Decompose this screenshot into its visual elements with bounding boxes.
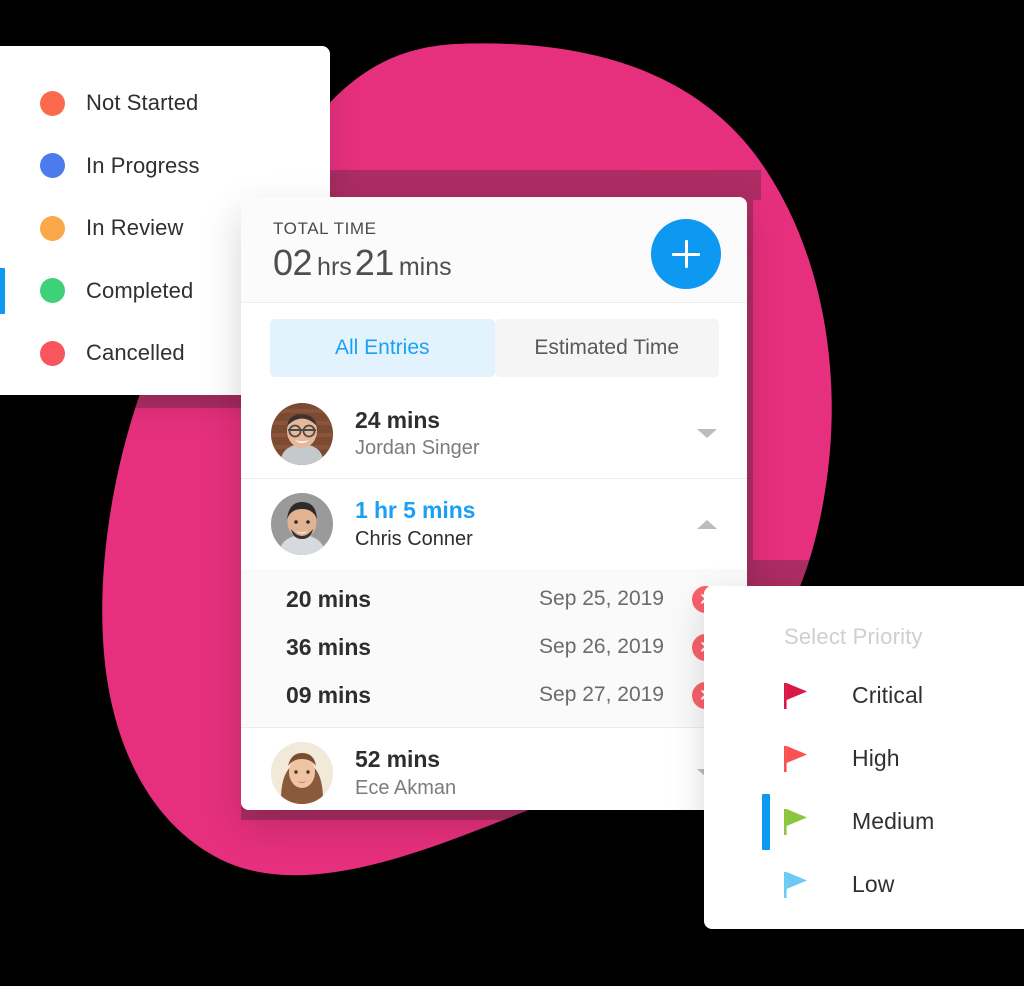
time-entries-list: 24 mins Jordan Singer 1 hr 5 mins Chris … — [241, 389, 747, 810]
priority-panel-title: Select Priority — [784, 624, 923, 649]
selection-bar — [762, 793, 770, 850]
time-entry-row-chris-conner[interactable]: 1 hr 5 mins Chris Conner — [241, 479, 747, 569]
tab-all-entries[interactable]: All Entries — [270, 319, 495, 377]
status-item-in-progress[interactable]: In Progress — [0, 135, 330, 198]
sub-entry-row[interactable]: 36 mins Sep 26, 2019 — [241, 623, 747, 671]
chevron-up-icon[interactable] — [697, 519, 717, 529]
status-dot — [40, 90, 65, 116]
sub-entry-row[interactable]: 09 mins Sep 27, 2019 — [241, 671, 747, 719]
total-hours: 02 — [273, 242, 313, 283]
sub-entry-date: Sep 27, 2019 — [539, 683, 664, 706]
sub-entry-date: Sep 26, 2019 — [539, 635, 664, 658]
sub-entry-duration: 09 mins — [286, 681, 371, 708]
entry-text: 52 mins Ece Akman — [355, 745, 697, 801]
sub-entry-duration: 20 mins — [286, 585, 371, 612]
flag-icon — [784, 808, 807, 835]
flag-icon — [784, 871, 807, 898]
time-entry-row-ece-akman[interactable]: 52 mins Ece Akman — [241, 728, 747, 810]
select-priority-panel: Select Priority Critical High Medium Low — [704, 586, 1024, 929]
chevron-down-icon[interactable] — [697, 429, 717, 438]
status-dot — [40, 278, 65, 304]
priority-item-label: High — [852, 745, 900, 771]
status-dot — [40, 153, 65, 179]
priority-item-low[interactable]: Low — [704, 853, 1024, 916]
add-entry-button[interactable] — [651, 219, 721, 289]
entry-person: Jordan Singer — [355, 437, 480, 460]
time-tracking-card: TOTAL TIME 02 hrs21 mins All Entries Estim… — [241, 197, 747, 810]
plus-icon — [672, 240, 700, 268]
sub-entries-list: 20 mins Sep 25, 2019 36 mins Sep 26, 201… — [241, 569, 747, 728]
entry-duration: 1 hr 5 mins — [355, 497, 476, 524]
entry-duration: 52 mins — [355, 746, 440, 773]
total-minutes-unit: mins — [398, 253, 452, 281]
status-item-label: In Review — [86, 215, 184, 241]
status-item-label: In Progress — [86, 152, 200, 178]
time-entry-row-jordan-singer[interactable]: 24 mins Jordan Singer — [241, 389, 747, 479]
sub-entry-row[interactable]: 20 mins Sep 25, 2019 — [241, 575, 747, 623]
tab-estimated-time[interactable]: Estimated Time — [494, 319, 719, 377]
avatar-chris-conner — [271, 493, 333, 555]
time-card-header: TOTAL TIME 02 hrs21 mins — [241, 197, 747, 303]
priority-item-label: Critical — [852, 682, 924, 708]
priority-list: Critical High Medium Low — [704, 664, 1024, 916]
selection-bar — [0, 267, 5, 314]
priority-item-label: Low — [852, 871, 895, 897]
priority-item-label: Medium — [852, 808, 935, 834]
status-dot — [40, 340, 65, 366]
entry-person: Chris Conner — [355, 527, 473, 550]
total-minutes: 21 — [354, 242, 395, 283]
priority-item-medium[interactable]: Medium — [704, 790, 1024, 853]
avatar-ece-akman — [271, 742, 333, 804]
entry-person: Ece Akman — [355, 776, 457, 799]
sub-entry-duration: 36 mins — [286, 633, 371, 660]
status-item-label: Not Started — [86, 90, 199, 116]
avatar-jordan-singer — [271, 402, 333, 465]
priority-item-high[interactable]: High — [704, 727, 1024, 790]
time-card-tabs: All Entries Estimated Time — [241, 303, 747, 389]
status-item-label: Cancelled — [86, 340, 185, 366]
entry-text: 24 mins Jordan Singer — [355, 406, 697, 462]
flag-icon — [784, 682, 807, 709]
entry-duration: 24 mins — [355, 406, 440, 433]
entry-text: 1 hr 5 mins Chris Conner — [355, 496, 697, 552]
flag-icon — [784, 745, 807, 772]
sub-entry-date: Sep 25, 2019 — [539, 587, 664, 610]
total-hours-unit: hrs — [317, 253, 352, 281]
status-dot — [40, 215, 65, 241]
status-item-label: Completed — [86, 277, 194, 303]
status-item-not-started[interactable]: Not Started — [0, 72, 330, 135]
priority-item-critical[interactable]: Critical — [704, 664, 1024, 727]
